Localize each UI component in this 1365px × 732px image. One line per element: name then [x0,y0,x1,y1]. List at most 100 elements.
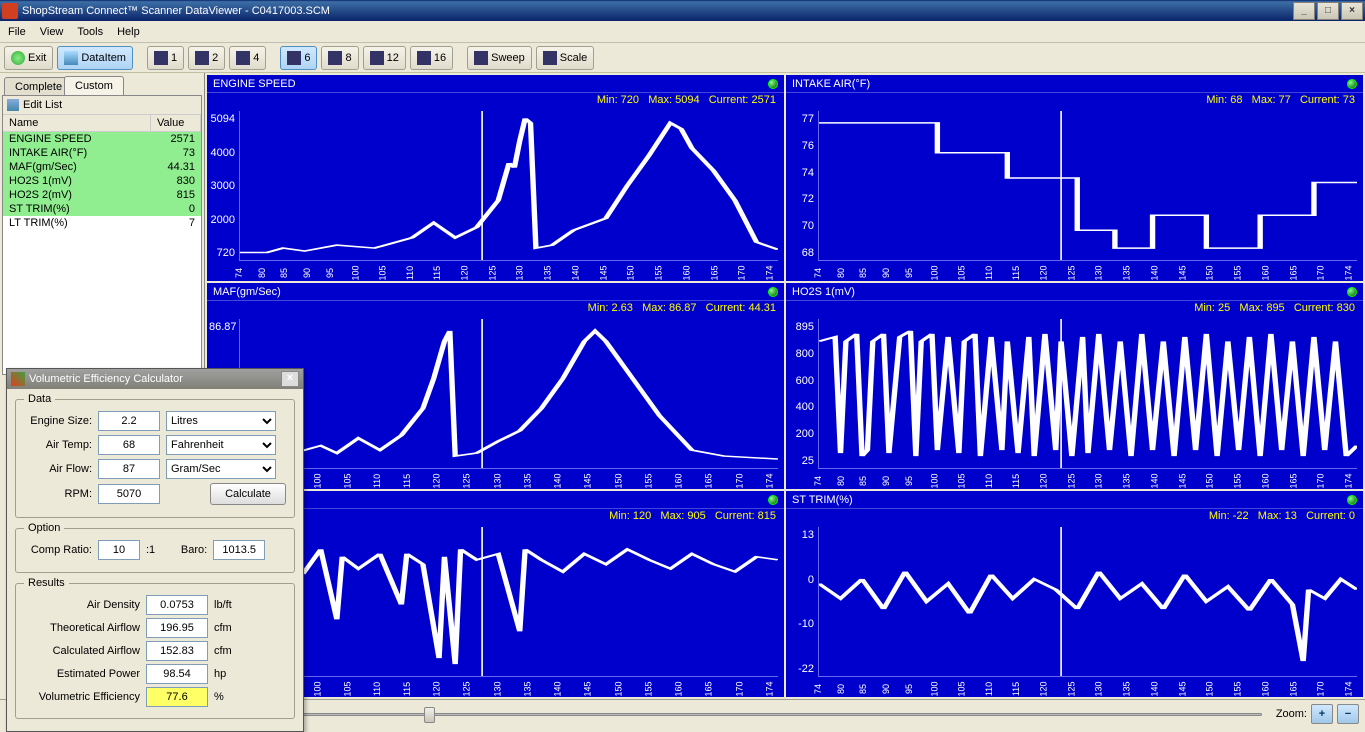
list-item[interactable]: ENGINE SPEED2571 [3,132,201,146]
layout-4-button[interactable]: 4 [229,46,266,70]
menu-help[interactable]: Help [117,26,140,38]
chart-panel[interactable]: ENGINE SPEEDMin: 720 Max: 5094 Current: … [207,75,784,281]
air-temp-unit[interactable]: Fahrenheit [166,435,276,455]
scale-icon [543,51,557,65]
rpm-input[interactable] [98,484,160,504]
record-indicator-icon [1347,287,1357,297]
toolbar: Exit DataItem 1 2 4 6 8 12 16 Sweep Scal… [0,43,1365,73]
estimated-power-output [146,664,208,684]
col-name[interactable]: Name [3,115,151,131]
col-value[interactable]: Value [151,115,201,131]
theoretical-airflow-output [146,618,208,638]
timeline-slider[interactable] [188,704,1262,724]
y-axis: 5094400030002000720 [207,109,237,263]
menu-bar: File View Tools Help [0,21,1365,43]
layout-12-button[interactable]: 12 [363,46,406,70]
x-axis: 7480859095100105110115120125130135140145… [816,263,1359,281]
volumetric-efficiency-output [146,687,208,707]
air-flow-input[interactable] [98,459,160,479]
list-item[interactable]: MAF(gm/Sec)44.31 [3,160,201,174]
chart-panel[interactable]: INTAKE AIR(°F) Min: 68 Max: 77 Current: 7… [786,75,1363,281]
window-title: ShopStream Connect™ Scanner DataViewer -… [22,5,330,17]
grid8-icon [328,51,342,65]
list-header: Name Value [3,115,201,132]
dialog-close-button[interactable]: × [281,371,299,387]
results-group: Results Air Densitylb/ft Theoretical Air… [15,577,295,719]
plot-area [239,527,778,677]
sweep-icon [474,51,488,65]
plot-area [818,319,1357,469]
grid16-icon [417,51,431,65]
zoom-out-button[interactable]: − [1337,704,1359,724]
grid2-icon [195,51,209,65]
menu-tools[interactable]: Tools [77,26,103,38]
chart-grid: ENGINE SPEEDMin: 720 Max: 5094 Current: … [205,73,1365,699]
tab-custom[interactable]: Custom [64,76,124,95]
grid12-icon [370,51,384,65]
list-item[interactable]: HO2S 1(mV)830 [3,174,201,188]
air-temp-input[interactable] [98,435,160,455]
sweep-button[interactable]: Sweep [467,46,532,70]
layout-6-button[interactable]: 6 [280,46,317,70]
plot-area [818,111,1357,261]
app-icon [2,3,18,19]
list-item[interactable]: LT TRIM(%)7 [3,216,201,230]
chart-panel[interactable]: ST TRIM(%)Min: -22 Max: 13 Current: 0130… [786,491,1363,697]
grid6-icon [287,51,301,65]
record-indicator-icon [768,79,778,89]
y-axis: 89580060040020025 [786,317,816,471]
chart-stats: Min: 720 Max: 5094 Current: 2571 [207,93,784,109]
chart-title: HO2S 1(mV) [792,286,855,298]
y-axis: 777674727068 [786,109,816,263]
layout-16-button[interactable]: 16 [410,46,453,70]
menu-view[interactable]: View [40,26,64,38]
chart-title: ST TRIM(%) [792,494,853,506]
air-flow-unit[interactable]: Gram/Sec [166,459,276,479]
calculate-button[interactable]: Calculate [210,483,286,505]
close-button[interactable]: × [1341,2,1363,20]
comp-ratio-input[interactable] [98,540,140,560]
maximize-button[interactable]: □ [1317,2,1339,20]
engine-size-unit[interactable]: Litres [166,411,276,431]
menu-file[interactable]: File [8,26,26,38]
title-bar: ShopStream Connect™ Scanner DataViewer -… [0,0,1365,21]
data-group: Data Engine Size:Litres Air Temp:Fahrenh… [15,393,295,518]
grid4-icon [236,51,250,65]
scale-button[interactable]: Scale [536,46,595,70]
air-density-output [146,595,208,615]
x-axis: 7480859095100105110115120125130135140145… [816,471,1359,489]
chart-stats: Min: 25 Max: 895 Current: 830 [786,301,1363,317]
baro-input[interactable] [213,540,265,560]
list-item[interactable]: ST TRIM(%)0 [3,202,201,216]
list-item[interactable]: INTAKE AIR(°F)73 [3,146,201,160]
dialog-title: Volumetric Efficiency Calculator [29,373,183,385]
y-axis: 130-10-22 [786,525,816,679]
x-axis: 7480859095100105110115120125130135140145… [237,263,780,281]
minimize-button[interactable]: _ [1293,2,1315,20]
dialog-titlebar[interactable]: Volumetric Efficiency Calculator × [7,369,303,389]
chart-panel[interactable]: HO2S 1(mV) Min: 25 Max: 895 Current: 8308… [786,283,1363,489]
chart-stats: Min: 68 Max: 77 Current: 73 [786,93,1363,109]
list-item[interactable]: HO2S 2(mV)815 [3,188,201,202]
exit-button[interactable]: Exit [4,46,53,70]
chart-title: MAF(gm/Sec) [213,286,281,298]
plot-area [818,527,1357,677]
chart-title: INTAKE AIR(°F) [792,78,870,90]
filter-icon [7,99,19,111]
zoom-in-button[interactable]: + [1311,704,1333,724]
back-arrow-icon [11,51,25,65]
layout-1-button[interactable]: 1 [147,46,184,70]
grid1-icon [154,51,168,65]
tab-complete[interactable]: Complete [4,77,73,95]
edit-list-button[interactable]: Edit List [3,96,201,115]
calculated-airflow-output [146,641,208,661]
layout-2-button[interactable]: 2 [188,46,225,70]
zoom-label: Zoom: [1276,708,1307,720]
x-axis: 8390951001051101151201251301351401451501… [237,679,780,697]
engine-size-input[interactable] [98,411,160,431]
x-axis: 8590951001051101151201251301351401451501… [237,471,780,489]
plot-area [239,319,778,469]
plot-area [239,111,778,261]
dataitem-button[interactable]: DataItem [57,46,133,70]
layout-8-button[interactable]: 8 [321,46,358,70]
